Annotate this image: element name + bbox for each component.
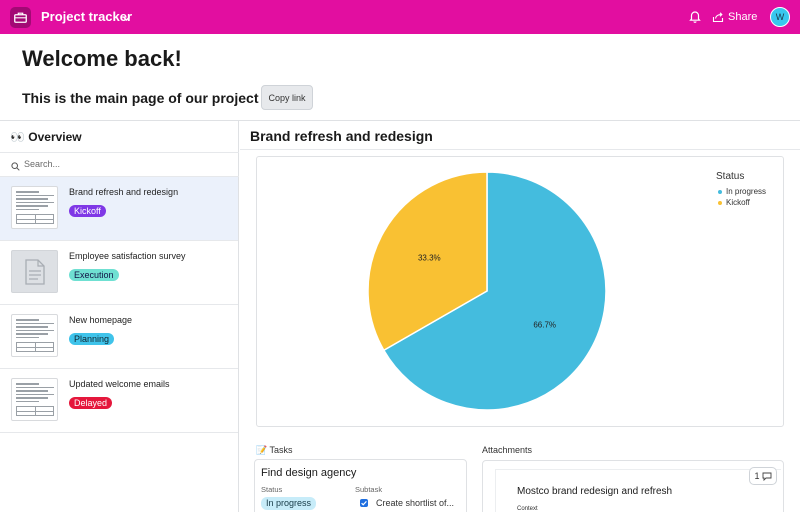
document-thumbnail [11,186,58,229]
status-badge: Delayed [69,397,113,409]
list-item-title: Updated welcome emails [69,379,170,389]
subtask-text: Create shortlist of... [376,498,455,508]
chart-card [256,156,784,427]
document-thumbnail [11,378,58,421]
status-badge: In progress [261,497,317,510]
tasks-label: 📝 Tasks [256,445,293,455]
legend-label: In progress [726,187,767,196]
attachment-subtitle: Context [517,506,538,512]
share-button[interactable]: Share [728,11,757,23]
page-subtitle: This is the main page of our project [22,90,259,106]
legend-dot [718,189,722,194]
top-bar: Project tracker Share W [0,0,800,34]
legend-item-in-progress[interactable]: In progress [718,187,766,196]
avatar[interactable]: W [770,7,790,27]
list-item-title: Brand refresh and redesign [69,187,179,197]
divider [0,152,239,153]
chevron-down-icon[interactable] [122,10,131,28]
subtask-column-header: Subtask [355,485,383,494]
task-title: Find design agency [261,467,357,479]
legend-dot [718,200,722,205]
sidebar-item-welcome-emails[interactable]: Updated welcome emails Delayed [0,369,238,433]
legend-item-kickoff[interactable]: Kickoff [718,198,750,207]
status-badge: Execution [69,269,119,281]
search-input[interactable] [24,156,224,172]
sidebar-item-brand-refresh[interactable]: Brand refresh and redesign Kickoff [0,177,238,241]
share-icon[interactable] [712,10,724,28]
page-title: Welcome back! [22,46,182,71]
list-item-title: New homepage [69,315,133,325]
sidebar-item-new-homepage[interactable]: New homepage Planning [0,305,238,369]
attachments-label: Attachments [482,445,533,455]
briefcase-icon[interactable] [10,7,31,28]
document-placeholder-icon [11,250,58,293]
task-card[interactable]: Find design agency Status Subtask In pro… [254,459,467,512]
section-title: Brand refresh and redesign [250,128,433,144]
bell-icon[interactable] [689,10,701,28]
overview-title: 👀 Overview [10,130,82,144]
status-column-header: Status [261,485,283,494]
sidebar-item-employee-survey[interactable]: Employee satisfaction survey Execution [0,241,238,305]
comment-count-button[interactable]: 1 [749,467,777,485]
divider [240,149,800,150]
list-item-title: Employee satisfaction survey [69,251,186,261]
document-thumbnail [11,314,58,357]
legend-label: Kickoff [726,198,750,207]
sidebar: 👀 Overview Brand refresh and redesign Ki… [0,121,239,512]
app-title[interactable]: Project tracker [41,9,132,24]
attachment-title: Mostco brand redesign and refresh [517,486,673,497]
comment-icon [762,472,771,481]
copy-link-button[interactable]: Copy link [261,85,313,110]
status-badge: Kickoff [69,205,106,217]
search-icon [11,158,20,176]
subtask-checkbox[interactable] [360,499,368,507]
legend-title: Status [716,171,745,182]
comment-count: 1 [754,471,760,481]
status-badge: Planning [69,333,115,345]
